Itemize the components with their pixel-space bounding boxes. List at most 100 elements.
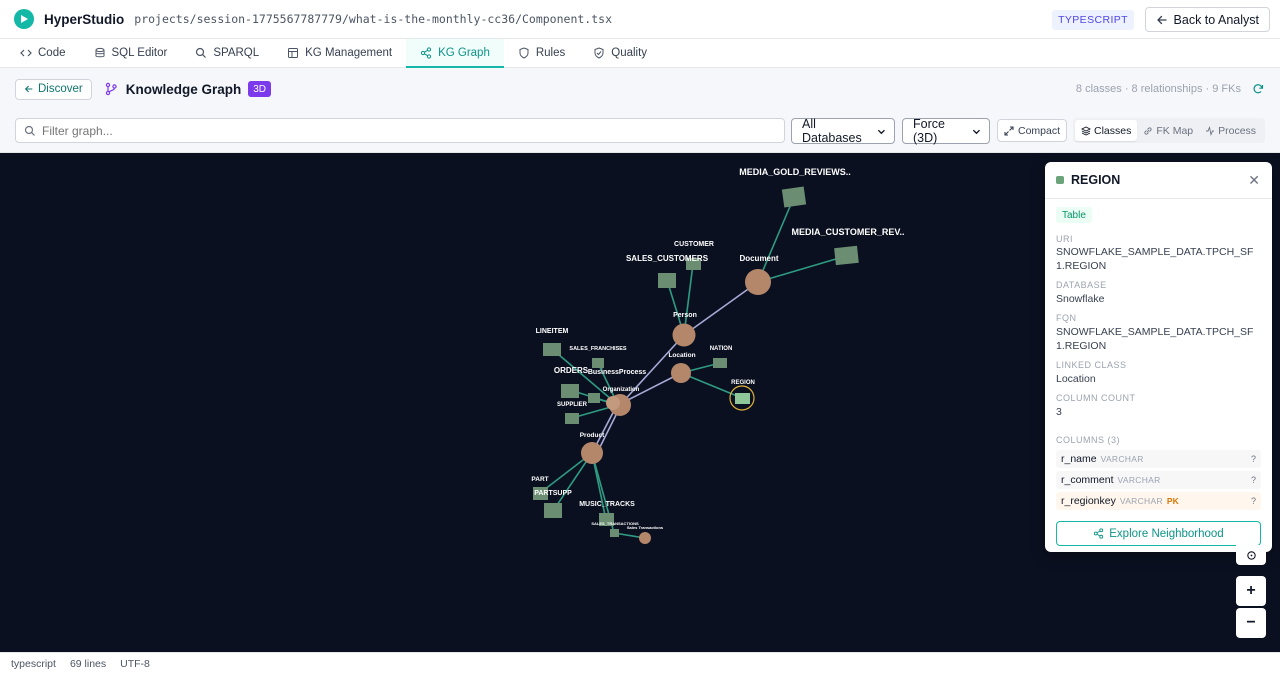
shield-check-icon — [594, 47, 604, 59]
column-help-icon[interactable]: ? — [1251, 475, 1256, 485]
view-fk-map-label: FK Map — [1156, 124, 1194, 137]
table-color-swatch — [1056, 176, 1064, 184]
column-count-value: 3 — [1056, 406, 1062, 418]
table-icon — [288, 48, 299, 58]
node-sales-franchises[interactable] — [592, 358, 604, 368]
graph-header: Discover Knowledge Graph 3D 8 classes · … — [0, 68, 1280, 110]
tab-kg-management[interactable]: KG Management — [273, 39, 406, 67]
layout-select[interactable]: Force (3D) — [902, 117, 990, 145]
language-badge: TYPESCRIPT — [1052, 10, 1134, 30]
node-sales-transactions-class[interactable] — [639, 532, 651, 544]
node-nation[interactable] — [713, 358, 727, 368]
back-to-analyst-button[interactable]: Back to Analyst — [1144, 7, 1270, 32]
view-fk-map-button[interactable]: FK Map — [1137, 120, 1199, 141]
node-sales-supp[interactable] — [588, 393, 600, 403]
view-switcher: Classes FK Map Process — [1073, 118, 1265, 143]
filter-field[interactable] — [15, 118, 785, 143]
chevron-down-icon — [878, 129, 886, 134]
tab-sql-editor[interactable]: SQL Editor — [80, 39, 182, 67]
uri-label: URI — [1056, 234, 1073, 244]
tab-quality[interactable]: Quality — [579, 39, 661, 67]
node-supplier[interactable] — [565, 413, 579, 424]
node-lineitem[interactable] — [543, 343, 561, 356]
node-sales-transactions[interactable] — [610, 529, 619, 537]
status-encoding: UTF-8 — [120, 658, 150, 670]
view-classes-button[interactable]: Classes — [1075, 120, 1138, 141]
database-value: Snowflake — [1056, 293, 1105, 305]
label-part: PART — [531, 476, 548, 483]
edge-document-person — [683, 281, 759, 336]
panel-header: REGION — [1045, 162, 1272, 199]
node-region[interactable] — [735, 393, 750, 404]
linked-class-label: LINKED CLASS — [1056, 360, 1127, 370]
column-type: VARCHAR — [1100, 454, 1144, 464]
view-process-button[interactable]: Process — [1199, 120, 1262, 141]
close-icon[interactable]: ✕ — [1248, 173, 1260, 187]
tab-kg-graph[interactable]: KG Graph — [406, 39, 504, 68]
compact-button[interactable]: Compact — [997, 119, 1068, 142]
search-icon — [24, 125, 35, 136]
node-orders[interactable] — [561, 384, 579, 398]
view-process-label: Process — [1218, 124, 1257, 137]
node-media-customer-rev[interactable] — [834, 245, 859, 266]
column-row[interactable]: r_regionkey VARCHAR PK ? — [1056, 492, 1261, 510]
table-nodes — [533, 186, 859, 537]
share-icon — [420, 47, 432, 59]
node-sales-customers[interactable] — [658, 273, 676, 288]
node-labels: MEDIA_GOLD_REVIEWS.. MEDIA_CUSTOMER_REV.… — [531, 167, 904, 530]
graph-stats: 8 classes · 8 relationships · 9 FKs — [1075, 83, 1241, 95]
explore-neighborhood-button[interactable]: Explore Neighborhood — [1056, 521, 1261, 546]
column-help-icon[interactable]: ? — [1251, 496, 1256, 506]
columns-header: COLUMNS (3) — [1056, 435, 1121, 445]
label-sales-transactions-class: Sales Transactions — [627, 525, 664, 530]
tab-bar: Code SQL Editor SPARQL KG Management KG … — [0, 39, 1280, 68]
label-lineitem: LINEITEM — [536, 328, 569, 335]
node-type-badge: Table — [1056, 207, 1092, 223]
zoom-out-button[interactable]: − — [1236, 608, 1266, 638]
app-name: HyperStudio — [44, 11, 125, 27]
node-document[interactable] — [745, 269, 771, 295]
tab-code-label: Code — [38, 47, 66, 59]
tab-sparql-label: SPARQL — [213, 47, 260, 59]
node-product[interactable] — [581, 442, 603, 464]
database-select[interactable]: All Databases — [791, 117, 895, 145]
tab-rules[interactable]: Rules — [504, 39, 579, 67]
status-line-count: 69 lines — [69, 658, 107, 670]
reset-view-button[interactable] — [1236, 545, 1266, 565]
file-path: projects/session-1775567787779/what-is-t… — [134, 12, 612, 26]
column-name: r_comment — [1061, 474, 1114, 486]
label-media-customer: MEDIA_CUSTOMER_REV.. — [791, 227, 904, 237]
column-help-icon[interactable]: ? — [1251, 454, 1256, 464]
tab-code[interactable]: Code — [6, 39, 80, 67]
layout-select-value: Force (3D) — [913, 117, 945, 145]
target-icon — [1246, 550, 1256, 560]
filter-graph-input[interactable] — [42, 123, 762, 138]
activity-icon — [1206, 125, 1215, 136]
expand-icon — [1004, 125, 1014, 136]
explore-neighborhood-label: Explore Neighborhood — [1109, 527, 1224, 540]
chevron-down-icon — [972, 129, 981, 134]
shield-icon — [519, 47, 529, 59]
node-detail-panel: REGION ✕ Table URI SNOWFLAKE_SAMPLE_DATA… — [1045, 162, 1272, 552]
zoom-in-button[interactable]: + — [1236, 576, 1266, 606]
node-businessprocess[interactable] — [606, 396, 620, 410]
tab-sparql[interactable]: SPARQL — [181, 39, 273, 67]
node-media-gold-reviews[interactable] — [781, 186, 807, 208]
layers-icon — [1081, 125, 1091, 136]
label-customer: CUSTOMER — [674, 241, 714, 248]
database-icon — [95, 47, 104, 58]
search-icon — [196, 47, 207, 58]
database-select-value: All Databases — [802, 117, 862, 145]
node-partsupp[interactable] — [544, 503, 562, 518]
node-location[interactable] — [671, 363, 691, 383]
discover-button[interactable]: Discover — [15, 78, 92, 100]
refresh-icon[interactable] — [1252, 82, 1264, 100]
column-type: VARCHAR — [1117, 475, 1161, 485]
page-title: Knowledge Graph — [125, 81, 242, 97]
node-person[interactable] — [672, 323, 696, 347]
label-product: Product — [580, 432, 605, 439]
column-type: VARCHAR — [1119, 496, 1163, 506]
column-row[interactable]: r_name VARCHAR ? — [1056, 450, 1261, 468]
tab-rules-label: Rules — [535, 47, 566, 59]
column-row[interactable]: r_comment VARCHAR ? — [1056, 471, 1261, 489]
